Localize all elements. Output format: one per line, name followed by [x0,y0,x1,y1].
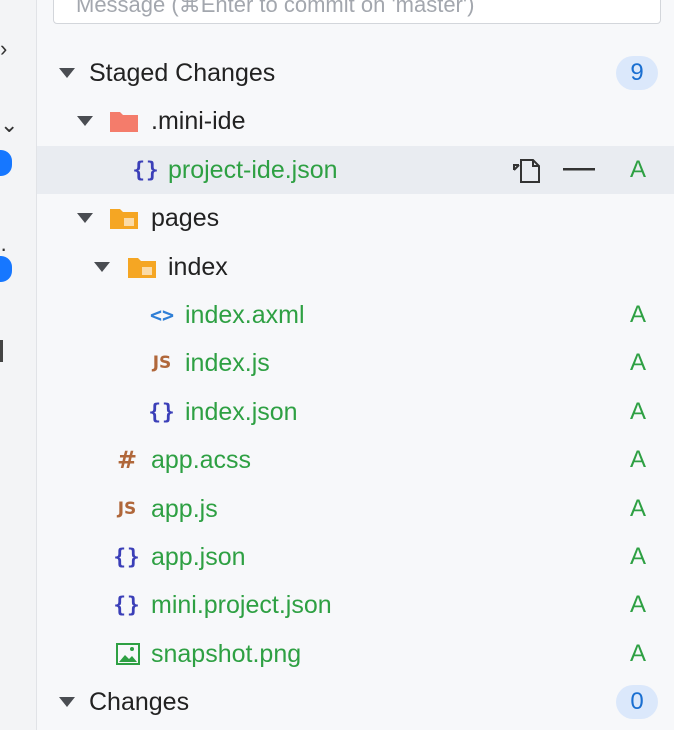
tree-folder-mini-ide[interactable]: .mini-ide [37,97,674,145]
folder-icon [109,194,139,242]
tree-file-project-ide-json[interactable]: {} project-ide.json A [37,146,674,194]
file-label: snapshot.png [151,639,302,668]
active-indicator [0,340,3,362]
file-label: index.js [185,348,270,377]
tree-file-index-js[interactable]: JS index.js A [37,339,674,387]
folder-icon [127,243,157,291]
status-added: A [630,446,647,473]
status-added: A [630,349,647,376]
file-label: app.acss [151,445,252,474]
file-label: mini.project.json [151,590,332,619]
changes-title: Changes [89,687,190,716]
source-control-icon[interactable]: ⌄ [0,112,18,138]
status-added: A [630,156,647,183]
file-label: index.json [185,397,298,426]
css-icon: # [116,446,138,474]
status-added: A [630,591,647,618]
chevron-down-icon[interactable] [59,697,75,707]
chevron-down-icon[interactable] [77,116,93,126]
tree-folder-index[interactable]: index [37,243,674,291]
js-icon: JS [117,499,137,519]
status-added: A [630,398,647,425]
source-control-panel: Staged Changes 9 .mini-ide {} project-id… [37,0,674,730]
changes-count-badge: 0 [616,685,658,719]
notification-badge [0,150,12,176]
commit-message-input[interactable] [53,0,661,24]
tree-file-app-acss[interactable]: # app.acss A [37,436,674,484]
image-icon [114,630,142,678]
json-icon: {} [132,158,160,182]
tree-file-app-json[interactable]: {} app.json A [37,533,674,581]
tree-file-index-axml[interactable]: <> index.axml A [37,291,674,339]
status-added: A [630,301,647,328]
tree-file-app-js[interactable]: JS app.js A [37,485,674,533]
staged-changes-title: Staged Changes [89,58,276,87]
js-icon: JS [152,353,172,373]
xml-icon: <> [149,303,175,327]
chevron-down-icon[interactable] [77,213,93,223]
folder-icon [109,97,139,145]
folder-label: index [168,252,228,281]
status-added: A [630,640,647,667]
unstage-icon[interactable] [561,146,597,194]
tree-folder-pages[interactable]: pages [37,194,674,242]
file-label: app.js [151,494,218,523]
file-label: index.axml [185,300,305,329]
json-icon: {} [113,593,141,617]
file-label: app.json [151,542,246,571]
changes-header[interactable]: Changes 0 [37,678,674,726]
json-icon: {} [113,545,141,569]
tree-file-mini-project-json[interactable]: {} mini.project.json A [37,581,674,629]
chevron-down-icon[interactable] [94,262,110,272]
open-file-icon[interactable] [509,146,545,194]
notification-badge [0,256,12,282]
file-label: project-ide.json [168,155,338,184]
chevron-down-icon[interactable] [59,68,75,78]
folder-label: pages [151,203,220,232]
json-icon: {} [148,400,176,424]
staged-count-badge: 9 [616,56,658,90]
folder-label: .mini-ide [151,106,246,135]
staged-changes-header[interactable]: Staged Changes 9 [37,49,674,97]
activity-bar: › ⌄ · [0,0,37,730]
tree-file-snapshot-png[interactable]: snapshot.png A [37,630,674,678]
status-added: A [630,543,647,570]
status-added: A [630,495,647,522]
chevron-icon[interactable]: › [0,36,7,62]
tree-file-index-json[interactable]: {} index.json A [37,388,674,436]
